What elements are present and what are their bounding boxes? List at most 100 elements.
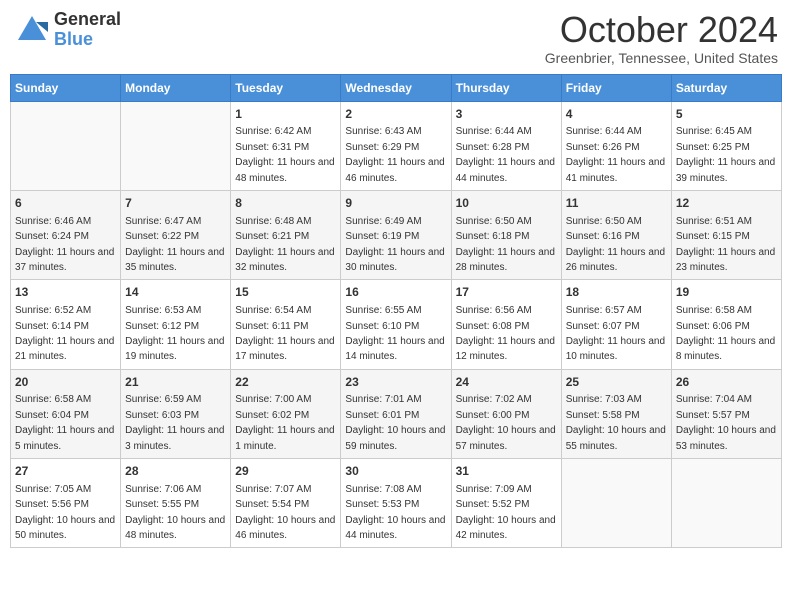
day-info: Sunrise: 7:08 AM Sunset: 5:53 PM Dayligh…: [345, 484, 445, 541]
calendar-cell: 23 Sunrise: 7:01 AM Sunset: 6:01 PM Dayli…: [341, 369, 451, 458]
calendar-cell: 25 Sunrise: 7:03 AM Sunset: 5:58 PM Dayli…: [561, 369, 671, 458]
calendar-cell: 12 Sunrise: 6:51 AM Sunset: 6:15 PM Dayli…: [671, 190, 781, 279]
calendar-cell: 1 Sunrise: 6:42 AM Sunset: 6:31 PM Daylig…: [231, 101, 341, 190]
day-info: Sunrise: 6:58 AM Sunset: 6:06 PM Dayligh…: [676, 305, 775, 362]
day-number: 8: [235, 195, 336, 212]
day-info: Sunrise: 7:01 AM Sunset: 6:01 PM Dayligh…: [345, 394, 445, 451]
weekday-row: SundayMondayTuesdayWednesdayThursdayFrid…: [11, 74, 782, 101]
calendar-cell: 29 Sunrise: 7:07 AM Sunset: 5:54 PM Dayli…: [231, 459, 341, 548]
day-info: Sunrise: 6:50 AM Sunset: 6:18 PM Dayligh…: [456, 216, 555, 273]
day-number: 23: [345, 374, 446, 391]
day-info: Sunrise: 7:02 AM Sunset: 6:00 PM Dayligh…: [456, 394, 556, 451]
day-info: Sunrise: 6:51 AM Sunset: 6:15 PM Dayligh…: [676, 216, 775, 273]
day-info: Sunrise: 7:05 AM Sunset: 5:56 PM Dayligh…: [15, 484, 115, 541]
calendar-cell: 21Sunrise: 6:59 AM Sunset: 6:03 PM Dayli…: [121, 369, 231, 458]
calendar-cell: 17Sunrise: 6:56 AM Sunset: 6:08 PM Dayli…: [451, 280, 561, 369]
calendar-cell: [671, 459, 781, 548]
day-number: 6: [15, 195, 116, 212]
logo: General Blue: [14, 10, 121, 50]
day-number: 27: [15, 463, 116, 480]
day-number: 1: [235, 106, 336, 123]
day-info: Sunrise: 7:09 AM Sunset: 5:52 PM Dayligh…: [456, 484, 556, 541]
day-number: 13: [15, 284, 116, 301]
calendar-cell: 4Sunrise: 6:44 AM Sunset: 6:26 PM Daylig…: [561, 101, 671, 190]
day-number: 19: [676, 284, 777, 301]
calendar-table: SundayMondayTuesdayWednesdayThursdayFrid…: [10, 74, 782, 549]
calendar-cell: 31Sunrise: 7:09 AM Sunset: 5:52 PM Dayli…: [451, 459, 561, 548]
day-info: Sunrise: 6:52 AM Sunset: 6:14 PM Dayligh…: [15, 305, 114, 362]
day-info: Sunrise: 6:57 AM Sunset: 6:07 PM Dayligh…: [566, 305, 665, 362]
calendar-cell: 3Sunrise: 6:44 AM Sunset: 6:28 PM Daylig…: [451, 101, 561, 190]
day-info: Sunrise: 6:49 AM Sunset: 6:19 PM Dayligh…: [345, 216, 444, 273]
calendar-week-row: 1 Sunrise: 6:42 AM Sunset: 6:31 PM Daylig…: [11, 101, 782, 190]
weekday-header: Friday: [561, 74, 671, 101]
day-number: 30: [345, 463, 446, 480]
calendar-cell: 7Sunrise: 6:47 AM Sunset: 6:22 PM Daylig…: [121, 190, 231, 279]
calendar-cell: 16Sunrise: 6:55 AM Sunset: 6:10 PM Dayli…: [341, 280, 451, 369]
day-info: Sunrise: 6:53 AM Sunset: 6:12 PM Dayligh…: [125, 305, 224, 362]
day-number: 15: [235, 284, 336, 301]
day-number: 4: [566, 106, 667, 123]
day-info: Sunrise: 6:55 AM Sunset: 6:10 PM Dayligh…: [345, 305, 444, 362]
day-number: 21: [125, 374, 226, 391]
day-number: 25: [566, 374, 667, 391]
day-number: 18: [566, 284, 667, 301]
day-number: 5: [676, 106, 777, 123]
day-number: 9: [345, 195, 446, 212]
day-info: Sunrise: 7:06 AM Sunset: 5:55 PM Dayligh…: [125, 484, 225, 541]
day-info: Sunrise: 7:00 AM Sunset: 6:02 PM Dayligh…: [235, 394, 334, 451]
day-info: Sunrise: 6:45 AM Sunset: 6:25 PM Dayligh…: [676, 126, 775, 183]
day-number: 14: [125, 284, 226, 301]
day-info: Sunrise: 7:07 AM Sunset: 5:54 PM Dayligh…: [235, 484, 335, 541]
day-info: Sunrise: 6:58 AM Sunset: 6:04 PM Dayligh…: [15, 394, 114, 451]
calendar-cell: 10 Sunrise: 6:50 AM Sunset: 6:18 PM Dayli…: [451, 190, 561, 279]
day-info: Sunrise: 6:54 AM Sunset: 6:11 PM Dayligh…: [235, 305, 334, 362]
day-info: Sunrise: 7:04 AM Sunset: 5:57 PM Dayligh…: [676, 394, 776, 451]
calendar-cell: 30 Sunrise: 7:08 AM Sunset: 5:53 PM Dayli…: [341, 459, 451, 548]
day-info: Sunrise: 6:56 AM Sunset: 6:08 PM Dayligh…: [456, 305, 555, 362]
weekday-header: Saturday: [671, 74, 781, 101]
calendar-week-row: 13 Sunrise: 6:52 AM Sunset: 6:14 PM Dayli…: [11, 280, 782, 369]
page-header: General Blue October 2024 Greenbrier, Te…: [10, 10, 782, 66]
calendar-cell: 24 Sunrise: 7:02 AM Sunset: 6:00 PM Dayli…: [451, 369, 561, 458]
weekday-header: Sunday: [11, 74, 121, 101]
day-number: 20: [15, 374, 116, 391]
day-info: Sunrise: 6:44 AM Sunset: 6:28 PM Dayligh…: [456, 126, 555, 183]
day-number: 11: [566, 195, 667, 212]
calendar-cell: 28 Sunrise: 7:06 AM Sunset: 5:55 PM Dayli…: [121, 459, 231, 548]
day-info: Sunrise: 6:46 AM Sunset: 6:24 PM Dayligh…: [15, 216, 114, 273]
day-number: 12: [676, 195, 777, 212]
calendar-cell: [561, 459, 671, 548]
logo-text: General Blue: [54, 10, 121, 50]
month-title: October 2024: [545, 10, 778, 50]
calendar-cell: 19 Sunrise: 6:58 AM Sunset: 6:06 PM Dayli…: [671, 280, 781, 369]
day-number: 10: [456, 195, 557, 212]
calendar-week-row: 20 Sunrise: 6:58 AM Sunset: 6:04 PM Dayli…: [11, 369, 782, 458]
calendar-cell: 8 Sunrise: 6:48 AM Sunset: 6:21 PM Daylig…: [231, 190, 341, 279]
logo-blue: Blue: [54, 30, 121, 50]
calendar-cell: 15 Sunrise: 6:54 AM Sunset: 6:11 PM Dayli…: [231, 280, 341, 369]
day-number: 26: [676, 374, 777, 391]
location: Greenbrier, Tennessee, United States: [545, 50, 778, 66]
title-section: October 2024 Greenbrier, Tennessee, Unit…: [545, 10, 778, 66]
day-info: Sunrise: 6:50 AM Sunset: 6:16 PM Dayligh…: [566, 216, 665, 273]
day-info: Sunrise: 6:42 AM Sunset: 6:31 PM Dayligh…: [235, 126, 334, 183]
day-number: 29: [235, 463, 336, 480]
day-number: 22: [235, 374, 336, 391]
day-number: 28: [125, 463, 226, 480]
day-info: Sunrise: 7:03 AM Sunset: 5:58 PM Dayligh…: [566, 394, 666, 451]
calendar-cell: 20 Sunrise: 6:58 AM Sunset: 6:04 PM Dayli…: [11, 369, 121, 458]
calendar-week-row: 6 Sunrise: 6:46 AM Sunset: 6:24 PM Daylig…: [11, 190, 782, 279]
calendar-cell: 14 Sunrise: 6:53 AM Sunset: 6:12 PM Dayli…: [121, 280, 231, 369]
day-number: 2: [345, 106, 446, 123]
weekday-header: Thursday: [451, 74, 561, 101]
calendar-cell: 18 Sunrise: 6:57 AM Sunset: 6:07 PM Dayli…: [561, 280, 671, 369]
day-info: Sunrise: 6:48 AM Sunset: 6:21 PM Dayligh…: [235, 216, 334, 273]
calendar-week-row: 27 Sunrise: 7:05 AM Sunset: 5:56 PM Dayli…: [11, 459, 782, 548]
calendar-cell: 11 Sunrise: 6:50 AM Sunset: 6:16 PM Dayli…: [561, 190, 671, 279]
day-number: 24: [456, 374, 557, 391]
day-info: Sunrise: 6:47 AM Sunset: 6:22 PM Dayligh…: [125, 216, 224, 273]
calendar-cell: 26 Sunrise: 7:04 AM Sunset: 5:57 PM Dayli…: [671, 369, 781, 458]
calendar-cell: 13 Sunrise: 6:52 AM Sunset: 6:14 PM Dayli…: [11, 280, 121, 369]
calendar-cell: 9 Sunrise: 6:49 AM Sunset: 6:19 PM Daylig…: [341, 190, 451, 279]
